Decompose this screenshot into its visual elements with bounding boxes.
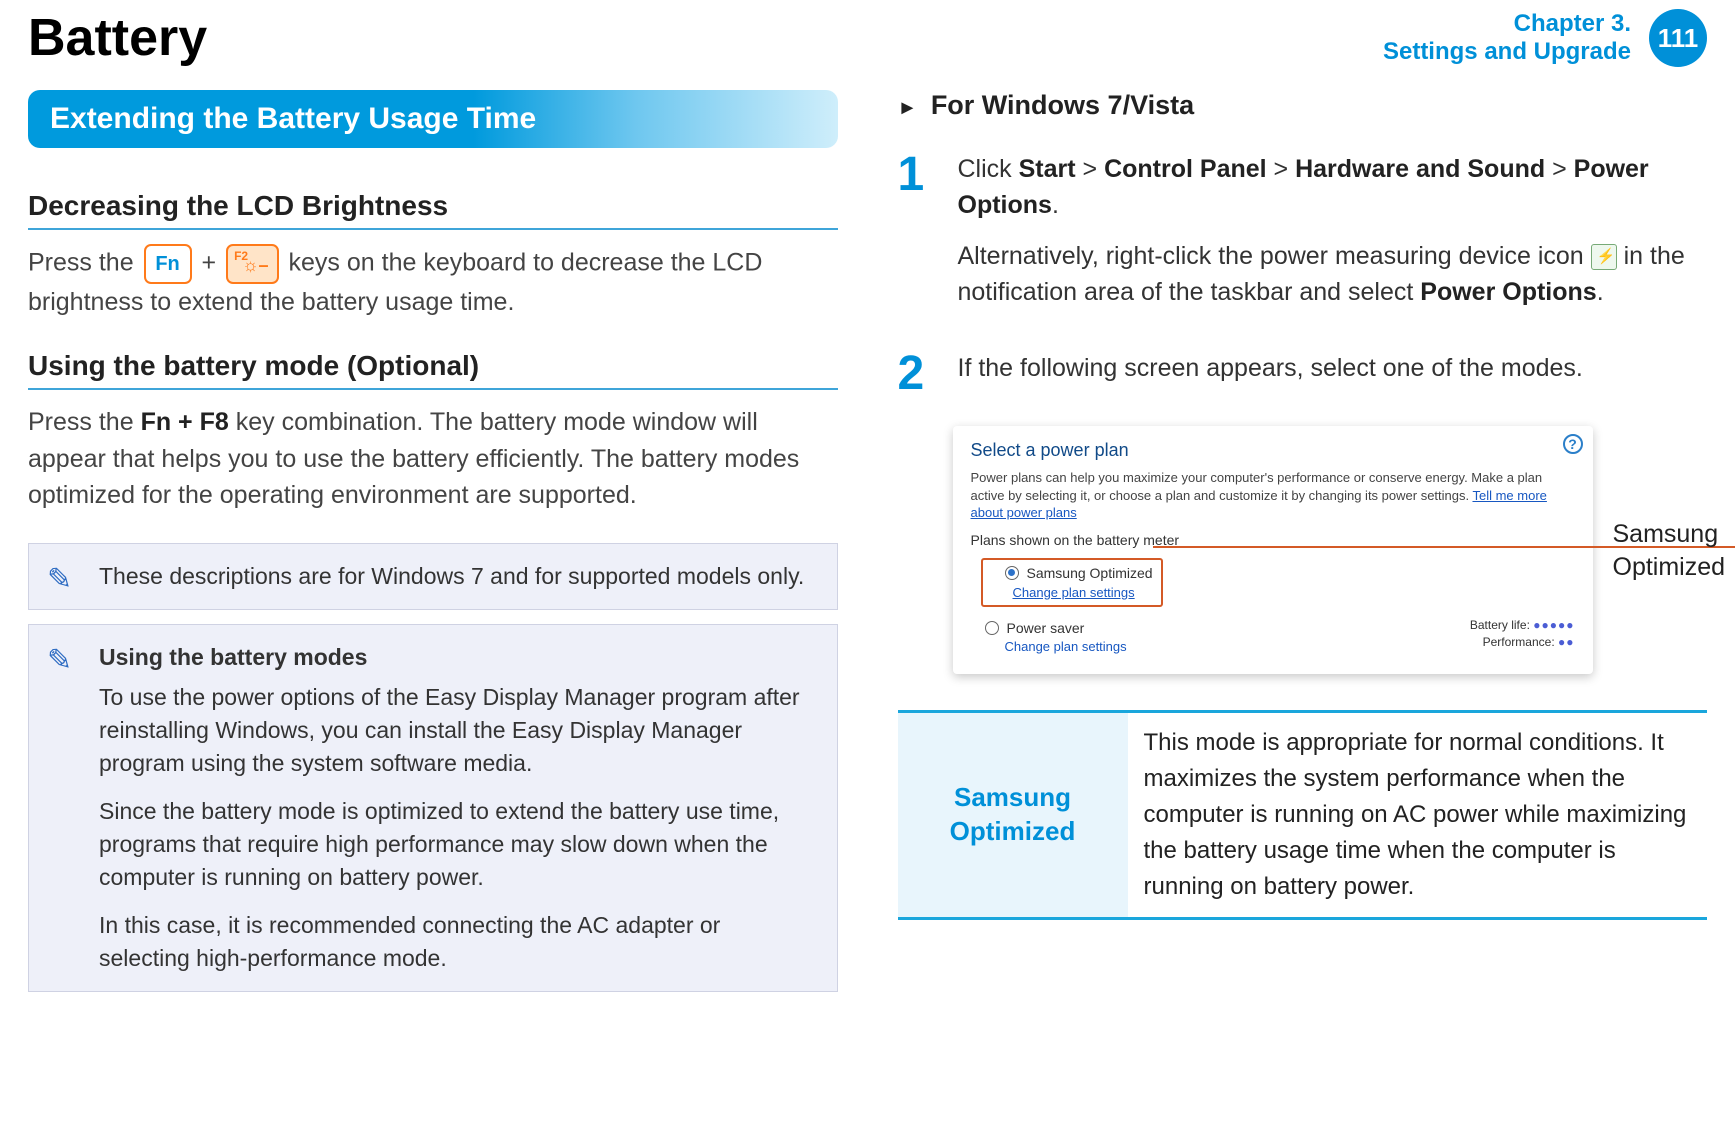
mode-name: Samsung Optimized xyxy=(898,713,1128,917)
b: Power Options xyxy=(1420,278,1596,306)
change-plan-link[interactable]: Change plan settings xyxy=(1013,585,1135,600)
chapter-line2: Settings and Upgrade xyxy=(1383,38,1631,66)
section-banner: Extending the Battery Usage Time xyxy=(28,90,838,148)
header-right: Chapter 3. Settings and Upgrade 111 xyxy=(1383,9,1707,67)
power-tray-icon xyxy=(1591,244,1617,270)
page-number-badge: 111 xyxy=(1649,9,1707,67)
battery-mode-paragraph: Press the Fn + F8 key combination. The b… xyxy=(28,404,838,513)
lcd-paragraph: Press the Fn + F2 ☼– keys on the keyboar… xyxy=(28,244,838,320)
txt: Press the xyxy=(28,408,141,436)
mode-desc: This mode is appropriate for normal cond… xyxy=(1128,713,1708,917)
radio-selected-icon[interactable] xyxy=(1005,566,1019,580)
windows-heading: ► For Windows 7/Vista xyxy=(898,90,1708,121)
fn-f8-bold: Fn + F8 xyxy=(141,408,229,436)
step-number: 1 xyxy=(898,151,938,324)
callout-label: Samsung Optimized xyxy=(1613,518,1726,583)
page-title: Battery xyxy=(28,8,207,68)
note-p1: To use the power options of the Easy Dis… xyxy=(99,681,817,781)
triangle-icon: ► xyxy=(898,97,918,120)
f2-key-icon: F2 ☼– xyxy=(226,244,279,284)
gt: > xyxy=(1552,155,1574,183)
dot: . xyxy=(1052,191,1059,219)
txt: Press the xyxy=(28,249,141,277)
chapter-line1: Chapter 3. xyxy=(1383,10,1631,38)
b: Control Panel xyxy=(1104,155,1267,183)
help-icon: ? xyxy=(1563,434,1583,454)
battery-life-label: Battery life: xyxy=(1470,618,1530,632)
step-number: 2 xyxy=(898,350,938,400)
dot: . xyxy=(1597,278,1604,306)
plan-power-saver[interactable]: Power saver xyxy=(985,617,1470,639)
step-2: 2 If the following screen appears, selec… xyxy=(898,350,1708,400)
chapter-block: Chapter 3. Settings and Upgrade xyxy=(1383,10,1631,65)
note-title: Using the battery modes xyxy=(99,641,817,674)
plan-samsung-optimized[interactable]: Samsung Optimized xyxy=(1005,562,1153,584)
plan-label: Power saver xyxy=(1007,620,1085,636)
plan-ratings: Battery life: ●●●●● Performance: ●● xyxy=(1470,617,1575,651)
screenshot-wrap: ? Select a power plan Power plans can he… xyxy=(953,426,1593,674)
note-text: These descriptions are for Windows 7 and… xyxy=(99,560,817,593)
plus: + xyxy=(202,249,224,277)
right-column: ► For Windows 7/Vista 1 Click Start > Co… xyxy=(898,90,1708,1006)
shot-desc: Power plans can help you maximize your c… xyxy=(971,469,1575,522)
shot-title: Select a power plan xyxy=(971,440,1575,461)
gt: > xyxy=(1083,155,1105,183)
b: Start xyxy=(1019,155,1076,183)
mode-table: Samsung Optimized This mode is appropria… xyxy=(898,710,1708,920)
step-body: If the following screen appears, select … xyxy=(958,350,1583,400)
performance-dots-icon: ●● xyxy=(1558,635,1575,649)
note-box-1: ✎ These descriptions are for Windows 7 a… xyxy=(28,543,838,610)
heading-battery-mode: Using the battery mode (Optional) xyxy=(28,350,838,390)
heading-lcd: Decreasing the LCD Brightness xyxy=(28,190,838,230)
desc-text: Power plans can help you maximize your c… xyxy=(971,470,1543,503)
note-box-2: ✎ Using the battery modes To use the pow… xyxy=(28,624,838,992)
plan-label: Samsung Optimized xyxy=(1027,565,1153,581)
note-p2: Since the battery mode is optimized to e… xyxy=(99,795,817,895)
power-options-screenshot: ? Select a power plan Power plans can he… xyxy=(953,426,1593,674)
performance-label: Performance: xyxy=(1483,635,1555,649)
heading-text: For Windows 7/Vista xyxy=(931,90,1194,120)
txt: Click xyxy=(958,155,1019,183)
b: Hardware and Sound xyxy=(1295,155,1545,183)
note-icon: ✎ xyxy=(47,558,72,602)
txt: Alternatively, right-click the power mea… xyxy=(958,242,1591,270)
change-plan-link-2[interactable]: Change plan settings xyxy=(1005,639,1470,654)
fn-key-icon: Fn xyxy=(144,244,192,284)
note-icon: ✎ xyxy=(47,639,72,683)
selected-plan-box: Samsung Optimized Change plan settings xyxy=(981,558,1163,607)
note-p3: In this case, it is recommended connecti… xyxy=(99,909,817,976)
left-column: Extending the Battery Usage Time Decreas… xyxy=(28,90,838,1006)
radio-icon[interactable] xyxy=(985,621,999,635)
f2-label: F2 xyxy=(234,248,248,265)
step-1: 1 Click Start > Control Panel > Hardware… xyxy=(898,151,1708,324)
battery-dots-icon: ●●●●● xyxy=(1533,618,1574,632)
step2-text: If the following screen appears, select … xyxy=(958,350,1583,386)
gt: > xyxy=(1274,155,1296,183)
step-body: Click Start > Control Panel > Hardware a… xyxy=(958,151,1708,324)
